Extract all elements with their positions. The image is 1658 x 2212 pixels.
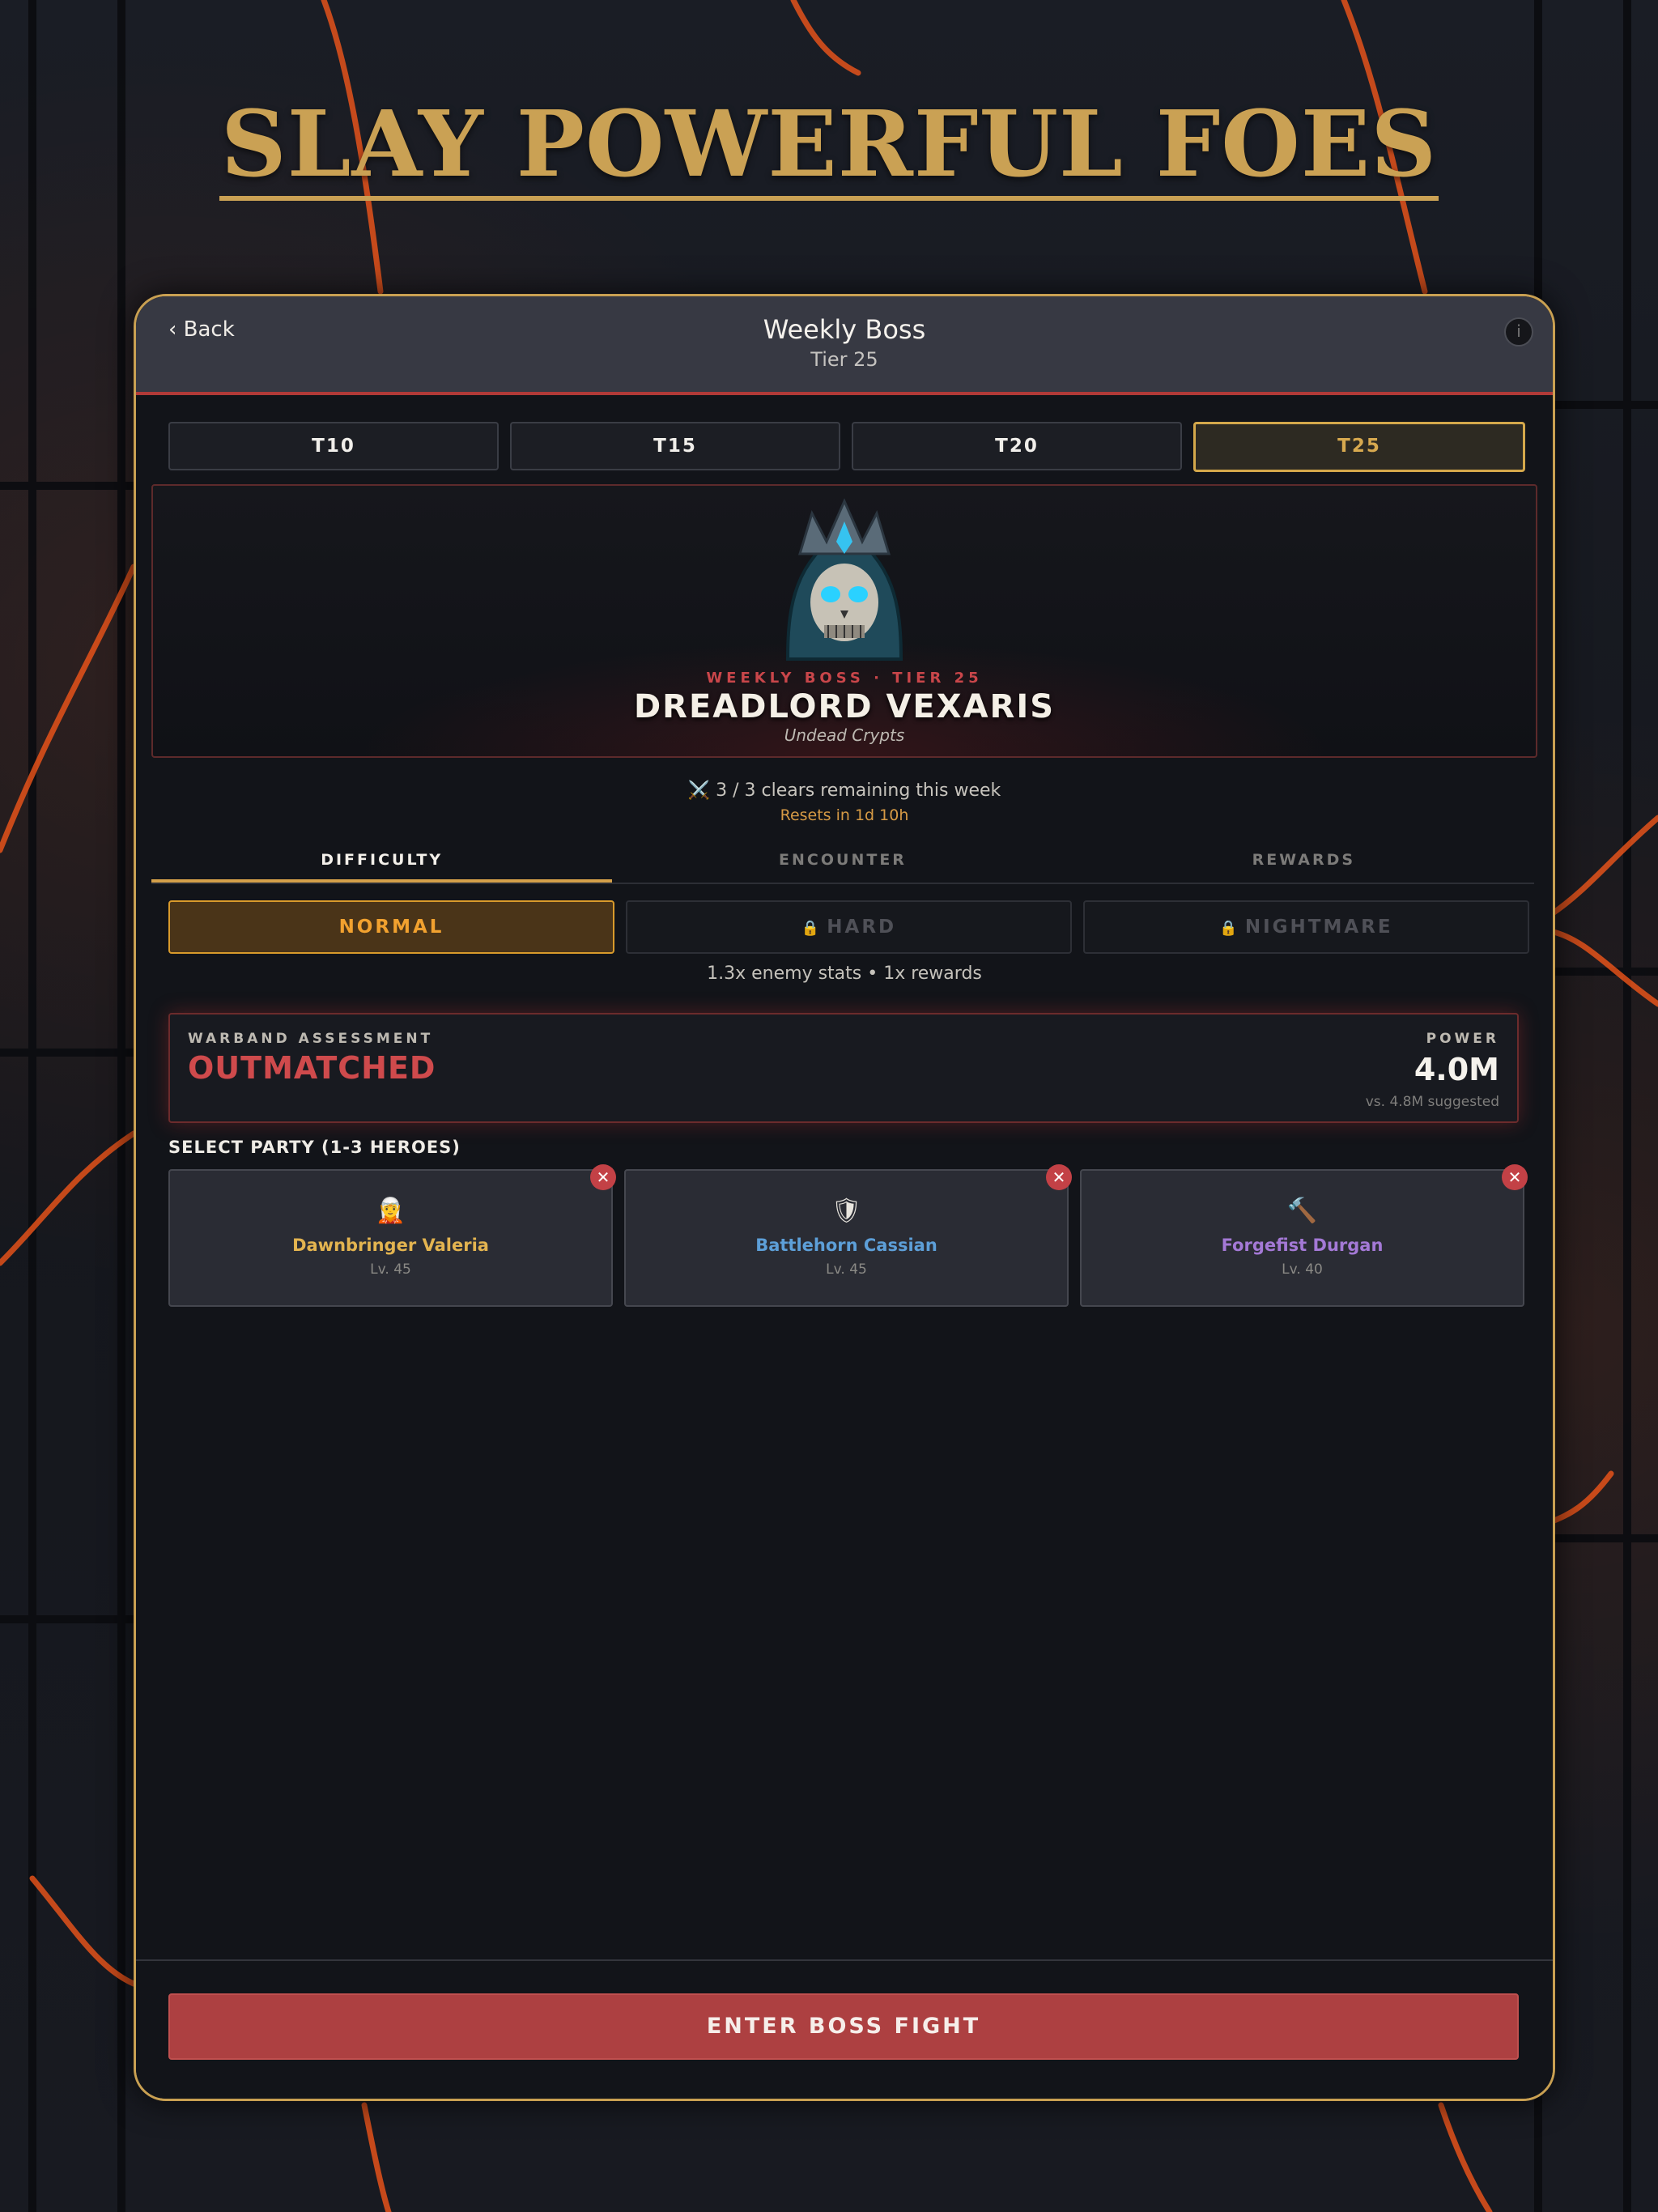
hero-level: Lv. 45	[826, 1261, 867, 1278]
tier-button-t25[interactable]: T25	[1193, 422, 1525, 472]
hero-avatar-icon: 🔨	[1286, 1197, 1318, 1225]
party-label: SELECT PARTY (1-3 HEROES)	[168, 1138, 461, 1157]
hero-avatar-icon: 🛡	[831, 1197, 862, 1225]
difficulty-nightmare-button[interactable]: 🔒 NIGHTMARE	[1083, 900, 1529, 954]
enter-boss-fight-button[interactable]: ENTER BOSS FIGHT	[168, 1993, 1519, 2060]
difficulty-label: HARD	[827, 917, 897, 938]
hero-card[interactable]: 🧝 Dawnbringer Valeria Lv. 45 ✕	[168, 1164, 616, 1307]
remove-hero-icon[interactable]: ✕	[1502, 1164, 1528, 1190]
lock-icon: 🔒	[1219, 920, 1240, 937]
page-subtitle: Tier 25	[810, 348, 878, 371]
tier-button-t15[interactable]: T15	[510, 422, 840, 470]
tab-encounter[interactable]: ENCOUNTER	[612, 839, 1073, 883]
tier-selector: T10 T15 T20 T25	[168, 422, 1525, 472]
info-icon[interactable]: i	[1504, 317, 1533, 347]
weekly-boss-panel: ‹ Back Weekly Boss Tier 25 i T10 T15 T20…	[134, 294, 1555, 2101]
assessment-status: OUTMATCHED	[188, 1050, 436, 1086]
boss-banner: WEEKLY BOSS · TIER 25 DREADLORD VEXARIS …	[151, 484, 1537, 758]
top-bar: ‹ Back Weekly Boss Tier 25 i	[136, 296, 1553, 395]
hero-level: Lv. 40	[1282, 1261, 1323, 1278]
difficulty-label: NIGHTMARE	[1244, 917, 1393, 938]
remove-hero-icon[interactable]: ✕	[590, 1164, 616, 1190]
power-label: POWER	[1426, 1031, 1499, 1047]
clears-remaining: ⚔️ 3 / 3 clears remaining this week	[687, 781, 1001, 801]
hero-card[interactable]: 🔨 Forgefist Durgan Lv. 40 ✕	[1080, 1164, 1528, 1307]
tier-button-t10[interactable]: T10	[168, 422, 499, 470]
boss-kicker: WEEKLY BOSS · TIER 25	[706, 670, 983, 687]
hero-level: Lv. 45	[370, 1261, 411, 1278]
warband-assessment-card: WARBAND ASSESSMENT OUTMATCHED POWER 4.0M…	[168, 1013, 1519, 1123]
power-value: 4.0M	[1414, 1052, 1499, 1087]
difficulty-label: NORMAL	[338, 917, 444, 938]
tier-button-t20[interactable]: T20	[852, 422, 1182, 470]
hero-card[interactable]: 🛡 Battlehorn Cassian Lv. 45 ✕	[624, 1164, 1072, 1307]
remove-hero-icon[interactable]: ✕	[1046, 1164, 1072, 1190]
assessment-label: WARBAND ASSESSMENT	[188, 1031, 434, 1047]
boss-name: DREADLORD VEXARIS	[633, 688, 1056, 725]
headline: SLAY POWERFUL FOES	[0, 97, 1658, 201]
suggested-power: vs. 4.8M suggested	[1365, 1094, 1499, 1110]
hero-name: Dawnbringer Valeria	[292, 1236, 489, 1255]
boss-location: Undead Crypts	[784, 725, 905, 745]
reset-timer: Resets in 1d 10h	[780, 806, 909, 824]
footer: ENTER BOSS FIGHT	[136, 1959, 1553, 2099]
difficulty-note: 1.3x enemy stats • 1x rewards	[707, 963, 982, 984]
page-title: Weekly Boss	[763, 314, 926, 345]
difficulty-normal-button[interactable]: NORMAL	[168, 900, 614, 954]
lock-icon: 🔒	[801, 920, 823, 937]
tab-bar: DIFFICULTY ENCOUNTER REWARDS	[151, 839, 1534, 884]
hero-name: Battlehorn Cassian	[755, 1236, 937, 1255]
difficulty-selector: NORMAL 🔒 HARD 🔒 NIGHTMARE	[168, 900, 1529, 954]
boss-portrait-icon	[785, 498, 903, 661]
hero-name: Forgefist Durgan	[1221, 1236, 1384, 1255]
hero-avatar-icon: 🧝	[375, 1197, 406, 1225]
tab-rewards[interactable]: REWARDS	[1073, 839, 1534, 883]
party-slots: 🧝 Dawnbringer Valeria Lv. 45 ✕ 🛡 Battleh…	[168, 1164, 1528, 1307]
headline-text: SLAY POWERFUL FOES	[219, 97, 1439, 201]
tab-difficulty[interactable]: DIFFICULTY	[151, 839, 613, 883]
difficulty-hard-button[interactable]: 🔒 HARD	[626, 900, 1072, 954]
